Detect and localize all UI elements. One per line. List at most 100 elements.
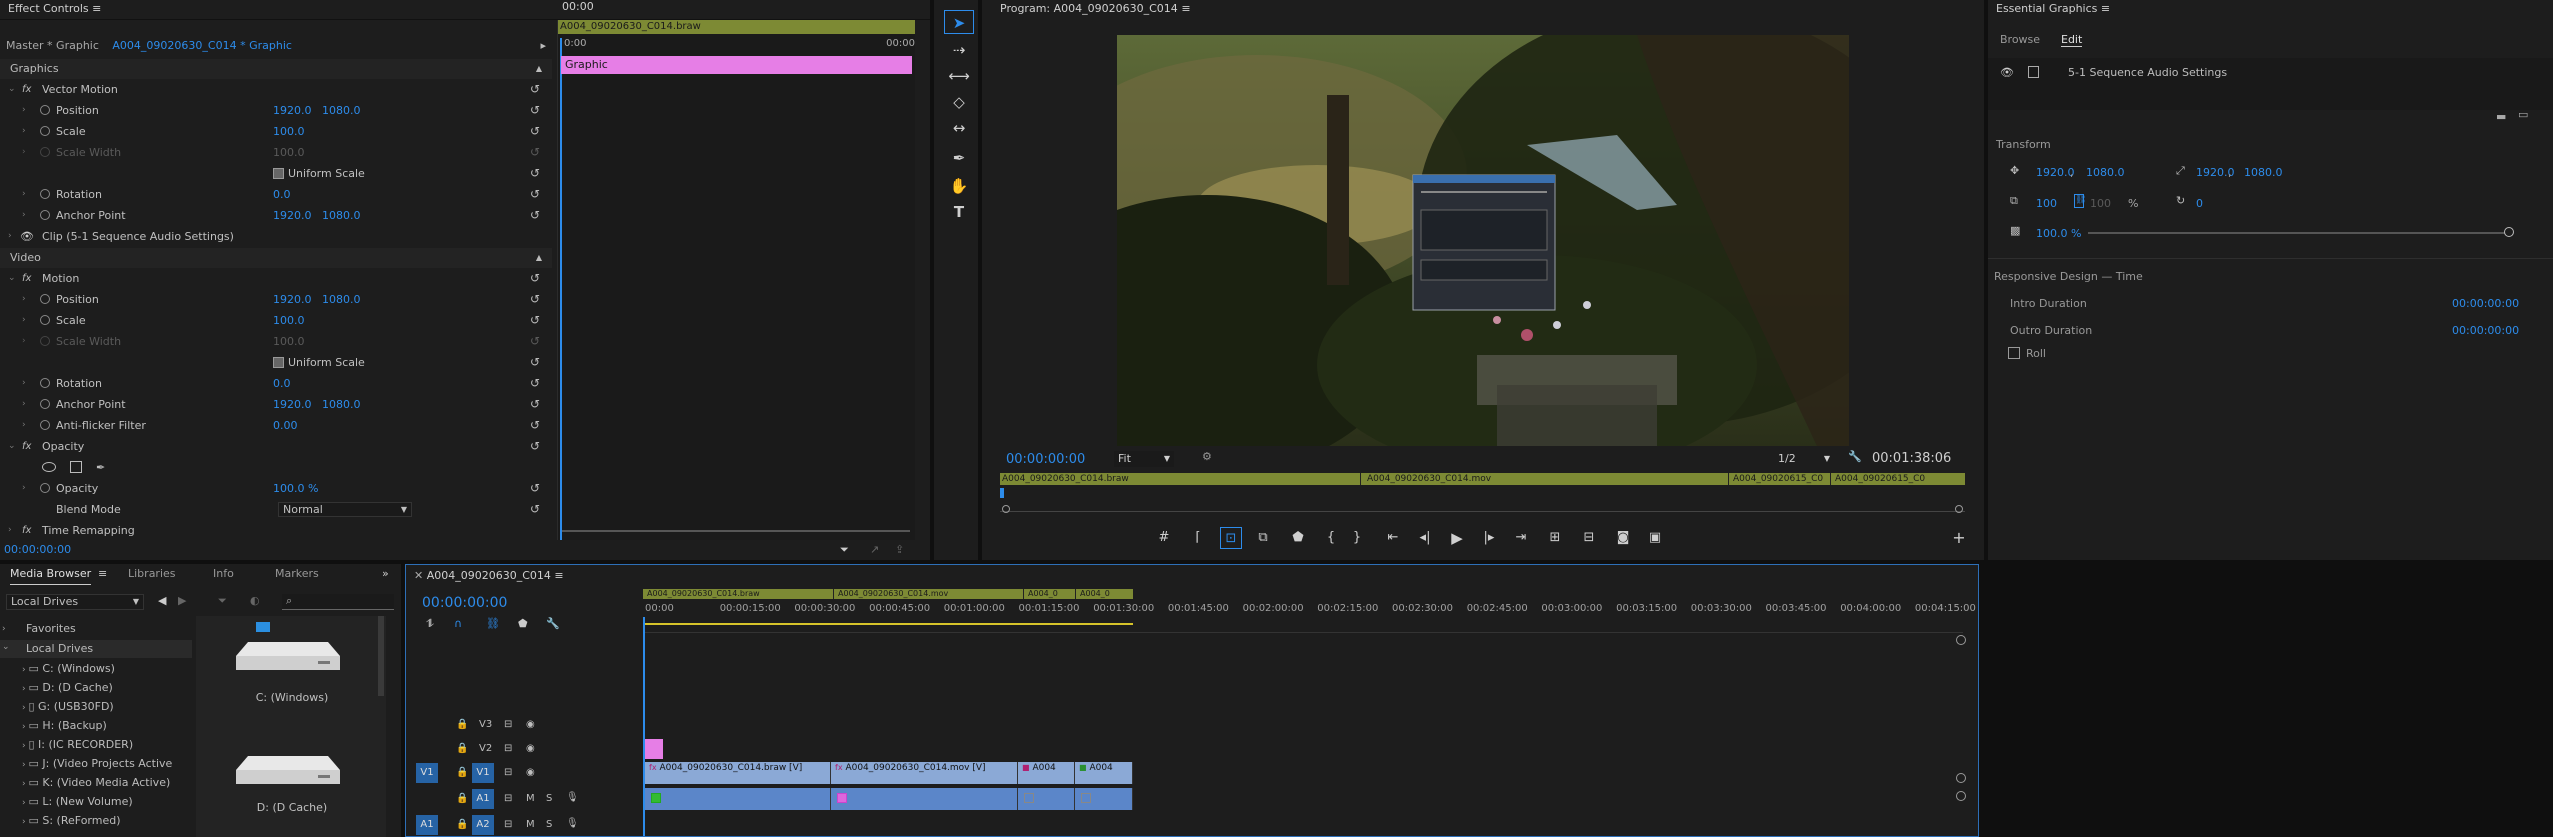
back-arrow-icon[interactable]: ◀ (158, 594, 166, 607)
drive-item[interactable]: › ▭ K: (Video Media Active) (22, 776, 170, 789)
drive-item[interactable]: › ▭ C: (Windows) (22, 662, 115, 675)
zoom-handle-left[interactable] (1002, 505, 1010, 513)
checkbox-checked-icon[interactable] (273, 356, 284, 368)
strip-clip-1[interactable]: A004_09020630_C014.braw (1002, 473, 1129, 485)
twirl-icon[interactable]: › (22, 478, 26, 499)
rotation-value[interactable]: 0.0 (273, 184, 291, 205)
fx-icon[interactable]: fx (22, 520, 31, 541)
fit-select[interactable]: Fit ▼ (1114, 451, 1174, 467)
opacity-value[interactable]: 100.0 % (273, 478, 318, 499)
eg-opacity[interactable]: 100.0 % (2036, 227, 2081, 240)
v1-clip-4[interactable]: ■ A004 (1075, 762, 1133, 784)
reset-icon[interactable]: ↺ (530, 272, 542, 284)
filter-icon[interactable]: ⏷ (218, 594, 227, 608)
graphics-section[interactable]: Graphics ▲ (0, 59, 552, 79)
anchor-y-value[interactable]: 1080.0 (322, 394, 361, 415)
extract-icon[interactable]: ⊟ (1578, 527, 1600, 549)
twirl-icon[interactable]: ⌄ (8, 436, 16, 457)
stopwatch-icon[interactable] (40, 483, 50, 493)
track-label[interactable]: A1 (472, 789, 494, 809)
checkbox-checked-icon[interactable] (273, 167, 284, 179)
camera-icon[interactable]: ◙ (1612, 527, 1634, 549)
tab-browse[interactable]: Browse (2000, 33, 2040, 46)
twirl-icon[interactable]: ⌄ (8, 79, 16, 100)
tab-edit[interactable]: Edit (2061, 33, 2083, 47)
link-icon[interactable]: ⛓ (2074, 194, 2086, 208)
more-tabs-icon[interactable]: » (382, 564, 389, 584)
play-arrow-icon[interactable]: ▸ (540, 36, 546, 56)
track-label[interactable]: A2 (472, 815, 494, 835)
eye-icon[interactable]: 👁 (20, 226, 34, 247)
bar-clip-3[interactable]: A004_0 (1023, 589, 1058, 599)
solo-button[interactable]: S (546, 793, 552, 804)
graphic-clip-v2[interactable] (645, 739, 663, 759)
twirl-icon[interactable]: › (8, 520, 12, 541)
twirl-icon[interactable]: › (22, 205, 26, 226)
bar-clip-1[interactable]: A004_09020630_C014.braw (647, 589, 760, 599)
reset-icon[interactable]: ↺ (530, 419, 542, 431)
settings-icon[interactable]: ⚙ (1202, 450, 1212, 463)
stopwatch-icon[interactable] (40, 378, 50, 388)
lock-icon[interactable]: 🔒 (456, 767, 468, 778)
a1-clip-3[interactable] (1018, 788, 1075, 810)
opacity-slider-track[interactable] (2088, 232, 2508, 234)
in-bracket-icon[interactable]: { (1320, 527, 1342, 549)
close-icon[interactable]: ✕ (414, 569, 423, 582)
rotation-value[interactable]: 0.0 (273, 373, 291, 394)
mic-icon[interactable]: 🎙 (566, 792, 579, 803)
twirl-icon[interactable]: › (22, 100, 26, 121)
reset-icon[interactable]: ↺ (530, 125, 542, 137)
ec-graphic-bar[interactable]: Graphic (561, 56, 912, 74)
twirl-icon[interactable]: › (22, 184, 26, 205)
twirl-icon[interactable]: › (22, 415, 26, 436)
stopwatch-icon[interactable] (40, 399, 50, 409)
pen-mask-icon[interactable]: ✒ (96, 457, 105, 478)
scroll-handle-audio[interactable] (1956, 791, 1966, 801)
pen-tool-icon[interactable]: ✒ (944, 146, 974, 170)
ec-timecode[interactable]: 00:00:00:00 (4, 543, 71, 556)
twirl-icon[interactable]: › (2, 624, 6, 634)
vector-motion-row[interactable]: ⌄ fx Vector Motion ↺ (0, 79, 552, 100)
filter-icon[interactable]: ⏷ (840, 540, 849, 560)
compare-icon[interactable]: ⧉ (1252, 527, 1274, 549)
v1-clip-2[interactable]: fx A004_09020630_C014.mov [V] (831, 762, 1018, 784)
stopwatch-icon[interactable] (40, 420, 50, 430)
tab-info[interactable]: Info (213, 564, 234, 584)
collapse-icon[interactable]: ▲ (536, 248, 542, 268)
ec-scroll[interactable] (562, 530, 910, 532)
play-icon[interactable]: ▶ (1446, 527, 1468, 549)
forward-arrow-icon[interactable]: ▶ (178, 594, 186, 607)
ratio-select[interactable]: 1/2 ▼ (1774, 451, 1834, 467)
menu-icon[interactable]: ≡ (554, 569, 563, 582)
eg-anchor-y[interactable]: 1080.0 (2244, 166, 2283, 179)
mute-button[interactable]: M (526, 819, 535, 830)
time-remapping-row[interactable]: › fx Time Remapping (0, 520, 552, 541)
twirl-icon[interactable]: ⌄ (8, 268, 16, 289)
fx-icon[interactable]: fx (22, 79, 31, 100)
eg-scale[interactable]: 100 (2036, 197, 2057, 210)
type-tool-icon[interactable]: T (944, 200, 974, 224)
view-icon[interactable]: ◐ (250, 594, 260, 607)
a1-clip-2[interactable] (831, 788, 1018, 810)
drive-item[interactable]: › ▭ S: (ReFormed) (22, 814, 121, 827)
effect-controls-tab[interactable]: Effect Controls ≡ (0, 0, 930, 20)
antiflicker-value[interactable]: 0.00 (273, 415, 298, 436)
stopwatch-icon[interactable] (40, 105, 50, 115)
vr-icon[interactable]: ▣ (1644, 527, 1666, 549)
strip-clip-4[interactable]: A004_09020615_C0 (1830, 473, 1925, 485)
reset-icon[interactable]: ↺ (530, 104, 542, 116)
position-x-value[interactable]: 1920.0 (273, 100, 312, 121)
roll-checkbox[interactable] (2008, 347, 2020, 359)
anchor-x-value[interactable]: 1920.0 (273, 205, 312, 226)
menu-icon[interactable]: ≡ (98, 564, 107, 584)
scroll-handle-top[interactable] (1956, 635, 1966, 645)
collapse-icon[interactable]: ▲ (536, 59, 542, 79)
intro-value[interactable]: 00:00:00:00 (2452, 297, 2519, 310)
uniform-scale-checkbox[interactable]: Uniform Scale (273, 352, 365, 373)
drive-item[interactable]: › ▭ L: (New Volume) (22, 795, 133, 808)
reset-icon[interactable]: ↺ (530, 377, 542, 389)
drive-item[interactable]: › ▭ D: (D Cache) (22, 681, 113, 694)
snap-icon[interactable]: ∩ (454, 617, 462, 630)
menu-icon[interactable]: ≡ (92, 2, 101, 15)
location-select[interactable]: Local Drives ▼ (6, 594, 144, 610)
